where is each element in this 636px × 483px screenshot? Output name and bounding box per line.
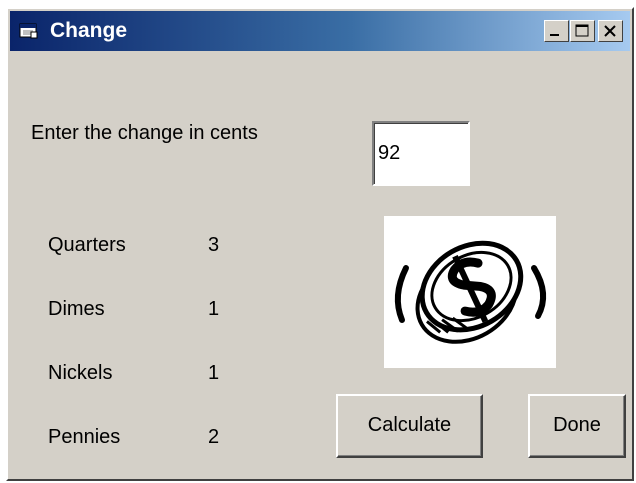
done-button[interactable]: Done bbox=[528, 394, 626, 458]
close-icon bbox=[604, 25, 616, 37]
maximize-icon bbox=[575, 24, 589, 37]
app-icon bbox=[19, 23, 38, 39]
window-title: Change bbox=[50, 19, 128, 42]
pennies-label: Pennies bbox=[48, 426, 121, 448]
prompt-label: Enter the change in cents bbox=[31, 122, 258, 144]
quarters-label: Quarters bbox=[48, 234, 126, 256]
dimes-value: 1 bbox=[208, 298, 220, 320]
nickels-value: 1 bbox=[208, 362, 220, 384]
quarters-value: 3 bbox=[208, 234, 220, 256]
maximize-button[interactable] bbox=[570, 20, 595, 42]
title-bar[interactable]: Change bbox=[10, 11, 630, 51]
coin-image bbox=[384, 216, 556, 368]
minimize-button[interactable] bbox=[544, 20, 569, 42]
change-window: Change Enter the change in cents Quarter… bbox=[6, 7, 634, 481]
dollar-coin-icon bbox=[394, 240, 547, 344]
calculate-button[interactable]: Calculate bbox=[336, 394, 483, 458]
dimes-label: Dimes bbox=[48, 298, 105, 320]
pennies-value: 2 bbox=[208, 426, 220, 448]
nickels-label: Nickels bbox=[48, 362, 113, 384]
close-button[interactable] bbox=[598, 20, 623, 42]
cents-input[interactable] bbox=[372, 121, 470, 186]
minimize-icon bbox=[550, 34, 559, 36]
